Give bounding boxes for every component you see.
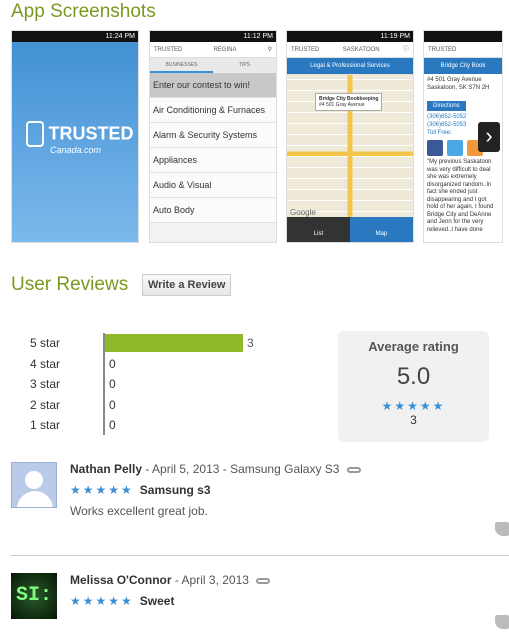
status-bar: 11:24 PM — [12, 31, 138, 42]
status-bar: 11:19 PM — [287, 31, 413, 42]
histogram-label: 5 star — [29, 336, 60, 350]
tab-businesses: BUSINESSES — [150, 58, 213, 73]
link-icon[interactable] — [256, 577, 271, 584]
menu-item: Enter our contest to win! — [150, 73, 276, 98]
reviews-title: User Reviews — [11, 274, 129, 295]
menu-item: Audio & Visual — [150, 173, 276, 198]
search-icon: ⚲ — [267, 47, 272, 53]
histogram-label: 1 star — [29, 418, 60, 432]
average-rating-value: 5.0 — [396, 363, 431, 390]
review-meta: - April 5, 2013 - Samsung Galaxy S3 — [142, 462, 340, 476]
screenshot-3[interactable]: 11:19 PM TRUSTED SASKATOON ⓘ Legal & Pro… — [286, 30, 414, 243]
map-tabs: List Map — [287, 217, 413, 242]
review-title: Sweet — [139, 594, 175, 608]
app-bar: TRUSTED SASKATOON ⓘ — [287, 42, 413, 58]
status-bar: 11:12 PM — [150, 31, 276, 42]
google-logo: Google — [290, 208, 316, 217]
status-bar — [424, 31, 502, 42]
avatar: SI: — [11, 573, 57, 619]
app-bar: TRUSTED — [424, 42, 502, 58]
chevron-right-icon[interactable]: › — [478, 122, 500, 152]
thumbs-up-icon[interactable] — [495, 522, 509, 536]
tab-tips: TIPS — [238, 62, 251, 68]
trusted-logo: TRUSTED Canada.com — [26, 121, 133, 155]
review-excerpt: "My previous Saskatoon was very difficul… — [427, 159, 494, 233]
average-stars: ★★★★★ — [381, 399, 446, 413]
review-author[interactable]: Melissa O'Connor — [70, 573, 172, 587]
histogram-count: 3 — [247, 336, 254, 350]
average-rating-title: Average rating — [368, 339, 459, 354]
write-review-button[interactable]: Write a Review — [142, 274, 232, 296]
logo-word: TRUSTED — [48, 123, 134, 144]
menu-item: Auto Body — [150, 198, 276, 223]
info-icon: ⓘ — [402, 47, 409, 53]
review-body: Works excellent great job. — [70, 504, 208, 518]
review-header: Nathan Pelly - April 5, 2013 - Samsung G… — [70, 462, 361, 476]
histogram-bar — [105, 334, 243, 352]
histogram-count: 0 — [109, 377, 116, 391]
facebook-icon — [427, 140, 443, 156]
menu-item: Appliances — [150, 148, 276, 173]
logo-subtitle: Canada.com — [50, 145, 102, 155]
popup-address: #4 501 Gray Avenue — [319, 102, 365, 108]
tab-map: Map — [350, 217, 413, 242]
business-bar: Bridge City Book — [424, 58, 502, 74]
brand-label: TRUSTED — [428, 47, 457, 53]
review-title: Samsung s3 — [139, 483, 211, 497]
review-rating: ★★★★★ Samsung s3 — [70, 483, 211, 497]
category-bar: Legal & Professional Services — [287, 58, 413, 74]
review-author[interactable]: Nathan Pelly — [70, 462, 142, 476]
review-header: Melissa O'Connor - April 3, 2013 — [70, 573, 271, 587]
divider — [11, 555, 509, 556]
rating-count: 3 — [410, 413, 417, 427]
screenshots-title: App Screenshots — [11, 1, 156, 22]
average-rating-panel: Average rating 5.0 ★★★★★ 3 — [338, 331, 489, 442]
thumbs-up-icon[interactable] — [495, 615, 509, 629]
histogram-count: 0 — [109, 418, 116, 432]
app-bar: TRUSTED REGINA ⚲ — [150, 42, 276, 58]
histogram-label: 4 star — [29, 357, 60, 371]
review-stars: ★★★★★ — [70, 594, 134, 608]
histogram-count: 0 — [109, 357, 116, 371]
menu-item: Air Conditioning & Furnaces — [150, 98, 276, 123]
histogram-count: 0 — [109, 398, 116, 412]
phone-line: (306)652-5052 — [427, 114, 467, 120]
city-label: REGINA — [213, 47, 237, 53]
twitter-icon — [447, 140, 463, 156]
review-meta: - April 3, 2013 — [171, 573, 249, 587]
histogram-label: 3 star — [29, 377, 60, 391]
business-address: #4 501 Gray Avenue Saskatoon, SK S7N 2H — [424, 74, 502, 94]
map-popup: Bridge City Bookkeeping #4 501 Gray Aven… — [315, 93, 383, 111]
screenshot-1[interactable]: 11:24 PM TRUSTED Canada.com — [11, 30, 139, 243]
menu-item: Alarm & Security Systems — [150, 123, 276, 148]
review-rating: ★★★★★ Sweet — [70, 594, 174, 608]
brand-label: TRUSTED — [291, 47, 320, 53]
city-label: SASKATOON — [342, 47, 380, 53]
brand-label: TRUSTED — [154, 47, 183, 53]
directions-button: Directions — [427, 101, 466, 111]
address-line: Saskatoon, SK S7N 2H — [427, 85, 490, 91]
category-tabs: BUSINESSES TIPS — [150, 58, 276, 73]
thumbs-up-icon — [26, 121, 44, 147]
link-icon[interactable] — [346, 466, 361, 473]
tab-list: List — [287, 217, 350, 242]
histogram-label: 2 star — [29, 398, 60, 412]
review-stars: ★★★★★ — [70, 483, 134, 497]
address-line: #4 501 Gray Avenue — [427, 77, 482, 83]
avatar — [11, 462, 57, 508]
screenshot-2[interactable]: 11:12 PM TRUSTED REGINA ⚲ BUSINESSES TIP… — [149, 30, 277, 243]
